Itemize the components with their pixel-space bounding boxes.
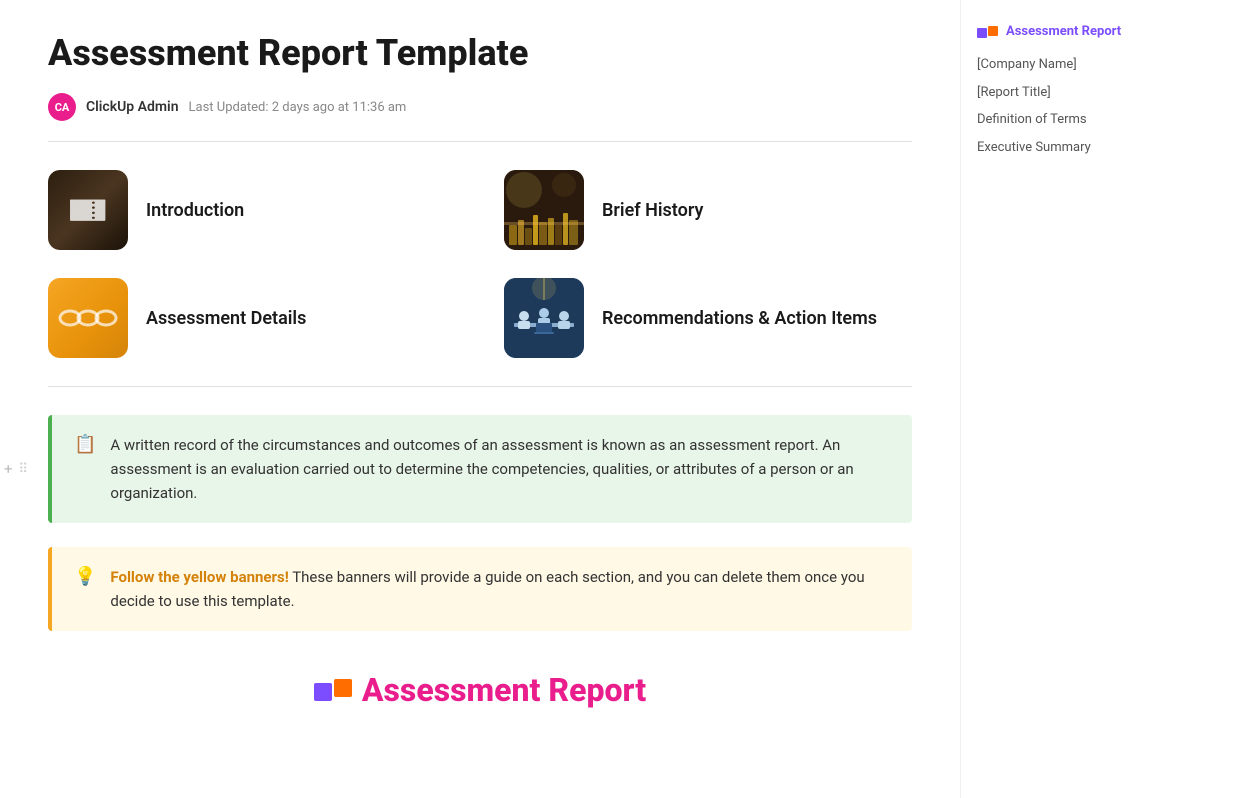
library-visual	[504, 170, 584, 250]
drag-handle[interactable]: ⠿	[19, 462, 29, 477]
card-assessment-details[interactable]: Assessment Details	[48, 278, 456, 358]
yellow-callout: 💡 Follow the yellow banners! These banne…	[48, 547, 912, 631]
card-label-brief-history: Brief History	[602, 200, 703, 221]
sidebar-section-title: Assessment Report	[977, 24, 1184, 39]
yellow-callout-bold: Follow the yellow banners!	[110, 568, 288, 586]
footer-logo-icon	[314, 679, 352, 701]
sidebar-item-executive-summary[interactable]: Executive Summary	[977, 134, 1184, 162]
card-recommendations[interactable]: Recommendations & Action Items	[504, 278, 912, 358]
sidebar-item-definition-of-terms[interactable]: Definition of Terms	[977, 106, 1184, 134]
author-name: ClickUp Admin	[86, 99, 179, 115]
card-thumb-assessment-details	[48, 278, 128, 358]
add-handle[interactable]: +	[4, 460, 13, 478]
last-updated-label: Last Updated:	[189, 100, 269, 115]
divider-top	[48, 141, 912, 142]
card-label-introduction: Introduction	[146, 200, 244, 221]
green-callout-icon: 📋	[74, 434, 96, 455]
card-brief-history[interactable]: Brief History	[504, 170, 912, 250]
green-callout: 📋 A written record of the circumstances …	[48, 415, 912, 523]
sidebar-nav: [Company Name] [Report Title] Definition…	[977, 51, 1184, 161]
sidebar: Assessment Report [Company Name] [Report…	[960, 0, 1200, 798]
green-callout-wrapper: + ⠿ 📋 A written record of the circumstan…	[48, 415, 912, 523]
logo-square-orange	[334, 679, 352, 697]
divider-middle	[48, 386, 912, 387]
introduction-icon: 🎫	[48, 170, 128, 250]
card-thumb-introduction: 🎫	[48, 170, 128, 250]
logo-square-purple	[314, 683, 332, 701]
page-title: Assessment Report Template	[48, 32, 912, 75]
meeting-visual	[504, 278, 584, 358]
yellow-callout-icon: 💡	[74, 566, 96, 587]
footer-logo-text: Assessment Report	[48, 671, 912, 709]
green-callout-text: A written record of the circumstances an…	[110, 433, 890, 505]
card-label-assessment-details: Assessment Details	[146, 308, 306, 329]
sidebar-sq-orange	[988, 26, 998, 36]
footer-logo-label: Assessment Report	[362, 671, 646, 709]
sidebar-sq-purple	[977, 28, 987, 38]
chain-visual	[48, 278, 128, 358]
last-updated: Last Updated: 2 days ago at 11:36 am	[189, 100, 407, 115]
card-thumb-brief-history	[504, 170, 584, 250]
yellow-callout-text: Follow the yellow banners! These banners…	[110, 565, 890, 613]
card-label-recommendations: Recommendations & Action Items	[602, 308, 877, 329]
sidebar-item-company-name[interactable]: [Company Name]	[977, 51, 1184, 79]
author-bar: CA ClickUp Admin Last Updated: 2 days ag…	[48, 93, 912, 121]
card-introduction[interactable]: 🎫 Introduction	[48, 170, 456, 250]
card-thumb-recommendations	[504, 278, 584, 358]
cards-grid: 🎫 Introduction	[48, 170, 912, 358]
main-content: Assessment Report Template CA ClickUp Ad…	[0, 0, 960, 798]
sidebar-item-report-title[interactable]: [Report Title]	[977, 79, 1184, 107]
footer-logo: Assessment Report	[48, 671, 912, 709]
last-updated-value: 2 days ago at 11:36 am	[272, 100, 407, 115]
sidebar-title-text: Assessment Report	[1006, 24, 1121, 39]
sidebar-logo-icon	[977, 26, 998, 38]
avatar: CA	[48, 93, 76, 121]
